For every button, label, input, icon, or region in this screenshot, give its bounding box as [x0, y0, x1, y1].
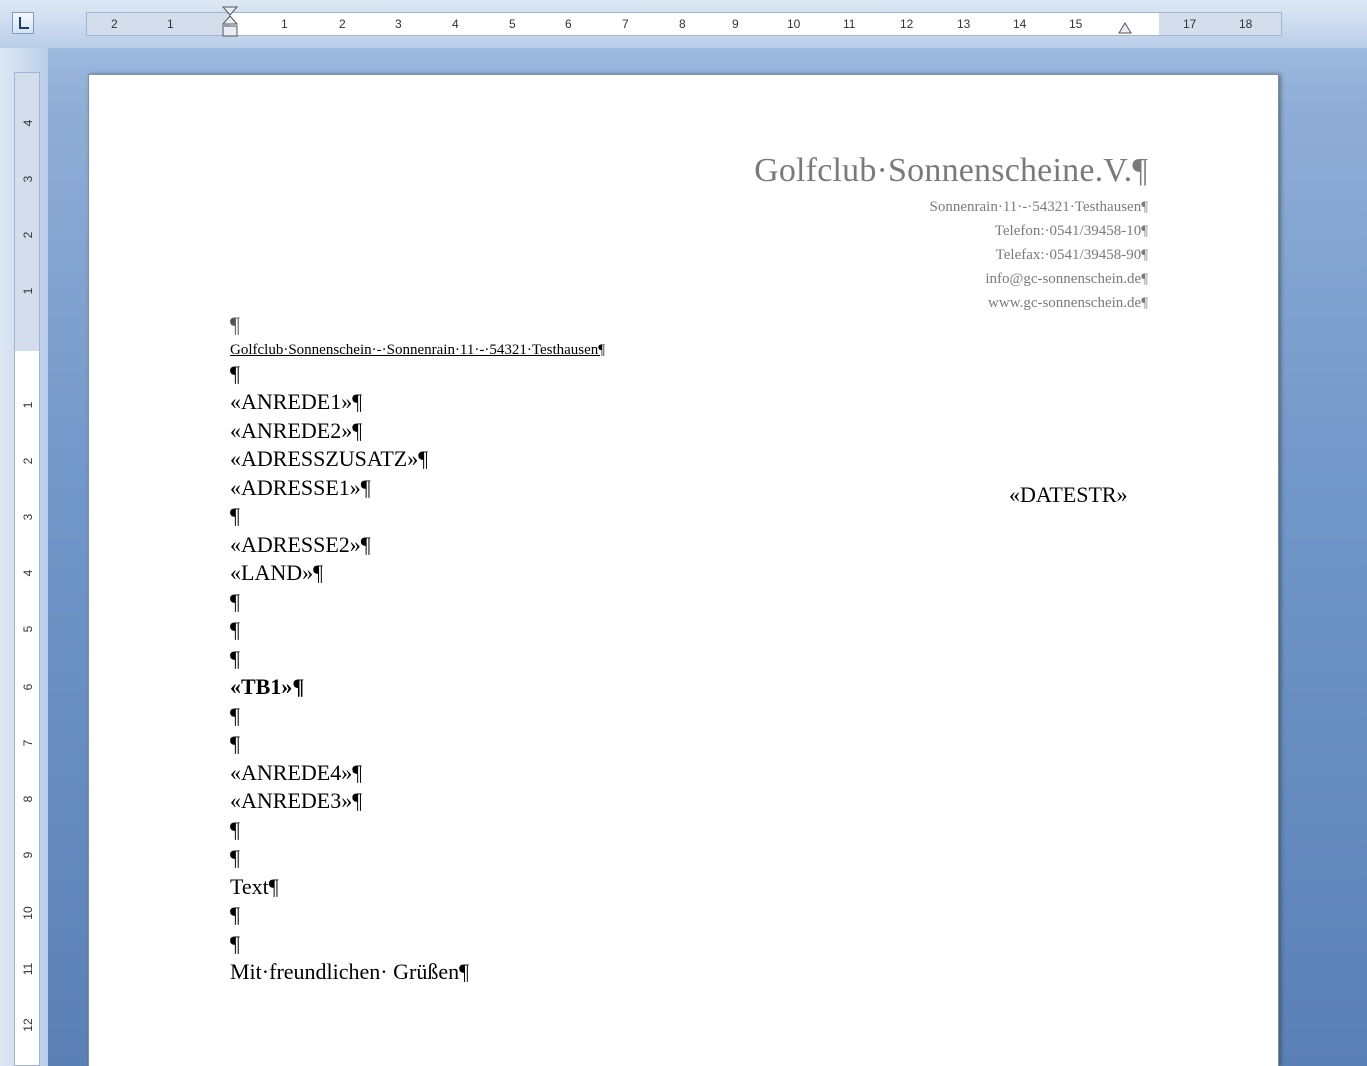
- merge-field-adresszusatz[interactable]: «ADRESSZUSATZ»¶: [230, 445, 605, 474]
- paragraph-mark: ¶: [230, 702, 240, 728]
- ruler-number: 1: [21, 401, 35, 409]
- merge-field-adresse1[interactable]: «ADRESSE1»¶: [230, 474, 605, 503]
- ruler-number: 10: [787, 17, 801, 31]
- document-page[interactable]: Golfclub·Sonnenscheine.V.¶ Sonnenrain·11…: [88, 74, 1279, 1066]
- tab-selector-button[interactable]: [12, 12, 34, 34]
- merge-field-tb1[interactable]: «TB1»¶: [230, 673, 605, 702]
- left-tab-icon: [19, 17, 29, 29]
- paragraph-mark: ¶: [230, 845, 240, 870]
- ruler-number: 10: [21, 906, 35, 920]
- ruler-number: 6: [565, 17, 572, 31]
- ruler-number: 8: [679, 17, 686, 31]
- first-line-indent-marker[interactable]: [222, 6, 238, 40]
- ruler-right-margin: [1159, 13, 1281, 35]
- organization-email: info@gc-sonnenschein.de¶: [985, 271, 1148, 287]
- horizontal-ruler[interactable]: 2 1 1 2 3 4 5 6 7 8 9 10 11 12 13 14 15 …: [86, 12, 1282, 36]
- organization-fax: Telefax:·0541/39458-90¶: [995, 247, 1148, 263]
- ruler-number: 2: [21, 231, 35, 239]
- ruler-number: 2: [21, 457, 35, 465]
- ruler-number: 11: [21, 962, 35, 976]
- ruler-number: 9: [21, 851, 35, 859]
- right-indent-marker[interactable]: [1118, 22, 1132, 34]
- letterhead: Golfclub·Sonnenscheine.V.¶ Sonnenrain·11…: [754, 147, 1148, 315]
- ruler-number: 18: [1239, 17, 1253, 31]
- merge-field-anrede3[interactable]: «ANREDE3»¶: [230, 787, 605, 816]
- ruler-number: 7: [21, 739, 35, 747]
- ruler-number: 14: [1013, 17, 1027, 31]
- paragraph-mark: ¶: [230, 930, 240, 956]
- ruler-number: 9: [732, 17, 739, 31]
- letter-body[interactable]: ¶ Golfclub·Sonnenschein·-·Sonnenrain·11·…: [230, 311, 605, 987]
- merge-field-anrede2[interactable]: «ANREDE2»¶: [230, 417, 605, 446]
- closing-greeting[interactable]: Mit·freundlichen· Grüßen¶: [230, 958, 605, 987]
- ruler-number: 1: [21, 287, 35, 295]
- ruler-number: 8: [21, 795, 35, 803]
- ruler-number: 7: [622, 17, 629, 31]
- paragraph-mark: ¶: [230, 902, 240, 927]
- ruler-number: 3: [395, 17, 402, 31]
- ruler-number: 4: [21, 119, 35, 127]
- ruler-number: 1: [281, 17, 288, 31]
- organization-name: Golfclub·Sonnenscheine.V.¶: [754, 152, 1148, 189]
- organization-phone: Telefon:·0541/39458-10¶: [994, 223, 1148, 239]
- ruler-number: 15: [1069, 17, 1083, 31]
- ruler-number: 6: [21, 683, 35, 691]
- body-text[interactable]: Text¶: [230, 873, 605, 902]
- paragraph-mark: ¶: [230, 816, 240, 842]
- ruler-left-margin: [87, 13, 230, 35]
- paragraph-mark: ¶: [230, 503, 240, 528]
- organization-website: www.gc-sonnenschein.de¶: [988, 295, 1148, 311]
- paragraph-mark: ¶: [230, 731, 240, 756]
- organization-address: Sonnenrain·11·-·54321·Testhausen¶: [929, 199, 1148, 215]
- ruler-number: 17: [1183, 17, 1197, 31]
- ruler-number: 1: [167, 17, 174, 31]
- ruler-number: 3: [21, 513, 35, 521]
- merge-field-anrede4[interactable]: «ANREDE4»¶: [230, 759, 605, 788]
- paragraph-mark: ¶: [230, 360, 240, 386]
- horizontal-ruler-bar: 2 1 1 2 3 4 5 6 7 8 9 10 11 12 13 14 15 …: [0, 0, 1367, 48]
- ruler-number: 12: [900, 17, 914, 31]
- paragraph-mark: ¶: [230, 617, 240, 642]
- ruler-number: 2: [339, 17, 346, 31]
- ruler-number: 12: [21, 1018, 35, 1032]
- ruler-number: 5: [509, 17, 516, 31]
- ruler-number: 5: [21, 625, 35, 633]
- merge-field-datestr[interactable]: «DATESTR»: [1009, 481, 1128, 509]
- merge-field-adresse2[interactable]: «ADRESSE2»¶: [230, 531, 605, 560]
- paragraph-mark: ¶: [230, 645, 240, 671]
- ruler-number: 4: [21, 569, 35, 577]
- ruler-number: 3: [21, 175, 35, 183]
- ruler-number: 11: [843, 17, 856, 31]
- sender-return-line: Golfclub·Sonnenschein·-·Sonnenrain·11·-·…: [230, 341, 606, 358]
- vertical-ruler[interactable]: 4 3 2 1 1 2 3 4 5 6 7 8 9 10 11 12: [14, 72, 40, 1066]
- paragraph-mark: ¶: [230, 588, 240, 614]
- paragraph-mark: ¶: [230, 312, 240, 337]
- ruler-number: 2: [111, 17, 118, 31]
- ruler-number: 4: [452, 17, 459, 31]
- merge-field-land[interactable]: «LAND»¶: [230, 559, 605, 588]
- merge-field-anrede1[interactable]: «ANREDE1»¶: [230, 388, 605, 417]
- ruler-number: 13: [957, 17, 971, 31]
